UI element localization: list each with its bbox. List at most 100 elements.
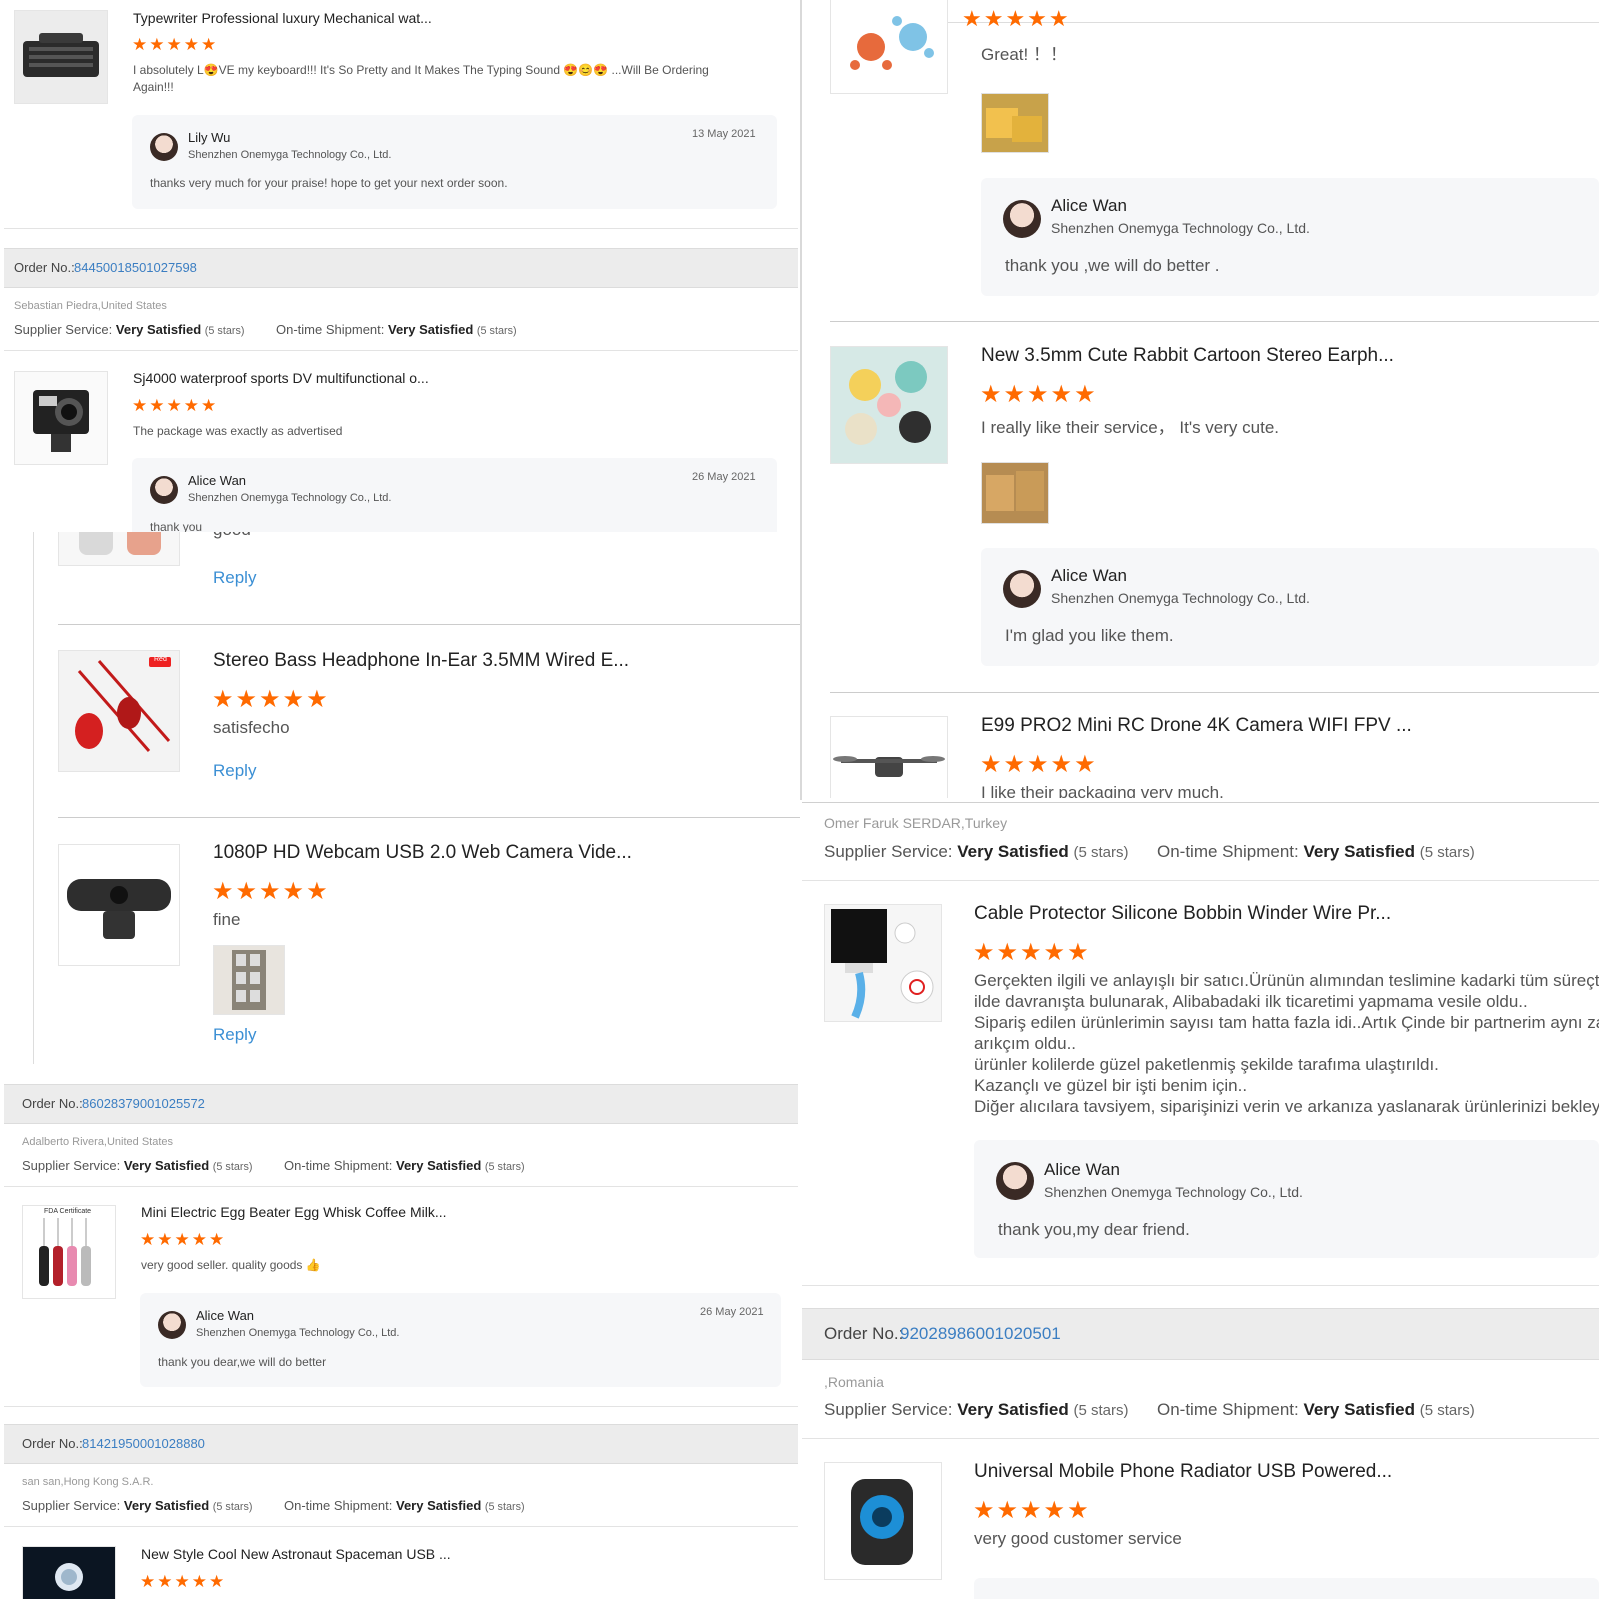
review-text: fine	[213, 910, 241, 929]
divider	[830, 321, 1599, 322]
buyer-name: Adalberto Rivera,United States	[22, 1136, 174, 1148]
review-text: Great! ！！	[981, 45, 1067, 64]
buyer-name: Sebastian Piedra,United States	[14, 300, 167, 312]
review-panel-a: Typewriter Professional luxury Mechanica…	[0, 0, 800, 532]
product-title[interactable]: Mini Electric Egg Beater Egg Whisk Coffe…	[141, 1204, 447, 1220]
review-text: I absolutely L😍VE my keyboard!!! It's So…	[133, 63, 709, 77]
supplier-reply: Alice Wan Shenzhen Onemyga Technology Co…	[981, 178, 1599, 296]
buyer-name: ,Romania	[824, 1374, 884, 1390]
product-image-drone[interactable]	[830, 716, 948, 798]
rating-stars: ★★★★★	[973, 939, 1091, 966]
review-text-line: Diğer alıcılara tavsiyem, siparişinizi v…	[974, 1097, 1599, 1116]
rating-stars: ★★★★★	[962, 6, 1071, 31]
review-photo[interactable]	[213, 945, 285, 1015]
supplier-service-rating: Supplier Service: Very Satisfied (5 star…	[824, 1400, 1129, 1419]
product-title[interactable]: E99 PRO2 Mini RC Drone 4K Camera WIFI FP…	[981, 715, 1412, 737]
product-image-astronaut[interactable]	[22, 1546, 116, 1599]
review-text-line: Gerçekten ilgili ve anlayışlı bir satıcı…	[974, 971, 1599, 990]
review-text: I like their packaging very much.	[981, 783, 1224, 798]
reply-author: Alice Wan	[1051, 566, 1127, 585]
product-title[interactable]: New 3.5mm Cute Rabbit Cartoon Stereo Ear…	[981, 345, 1394, 367]
reply-date: 13 May 2021	[692, 128, 756, 140]
order-number-link[interactable]: 92028986001020501	[900, 1324, 1061, 1344]
product-title[interactable]: 1080P HD Webcam USB 2.0 Web Camera Vide.…	[213, 842, 632, 864]
supplier-reply: Alice Wan Shenzhen Onemyga Technology Co…	[981, 548, 1599, 666]
product-title[interactable]: New Style Cool New Astronaut Spaceman US…	[141, 1546, 451, 1562]
avatar	[150, 476, 178, 504]
color-badge: Red	[154, 656, 167, 663]
divider	[4, 1186, 798, 1187]
reply-company: Shenzhen Onemyga Technology Co., Ltd.	[1044, 1184, 1303, 1200]
product-image-typewriter[interactable]	[14, 10, 108, 104]
order-number-link[interactable]: 86028379001025572	[82, 1096, 205, 1111]
review-text-line: arıkçım oldu..	[974, 1034, 1077, 1053]
review-text-line: ilde davranışta bulunarak, Alibabadaki i…	[974, 992, 1528, 1011]
product-image-headphone[interactable]	[58, 650, 180, 772]
product-image-earphones[interactable]	[830, 346, 948, 464]
order-number-link[interactable]: 84450018501027598	[74, 260, 197, 275]
reply-link[interactable]: Reply	[213, 568, 256, 588]
reply-text: thanks very much for your praise! hope t…	[150, 176, 508, 190]
rating-stars: ★★★★★	[132, 396, 219, 415]
reply-date: 26 May 2021	[692, 471, 756, 483]
order-bar: Order No.: 81421950001028880	[4, 1424, 798, 1464]
avatar	[150, 133, 178, 161]
product-image-cable-protector[interactable]	[824, 904, 942, 1022]
divider	[4, 1406, 798, 1407]
on-time-shipment-rating: On-time Shipment: Very Satisfied (5 star…	[284, 1498, 525, 1513]
thumbnail-caption: FDA Certificate	[44, 1208, 92, 1215]
review-text: The package was exactly as advertised	[133, 424, 343, 438]
review-text: satisfecho	[213, 718, 290, 737]
product-image-camera[interactable]	[14, 371, 108, 465]
reply-link[interactable]: Reply	[213, 761, 256, 781]
avatar	[1003, 200, 1041, 238]
order-label: Order No.:	[22, 1436, 83, 1451]
product-title[interactable]: Cable Protector Silicone Bobbin Winder W…	[974, 903, 1391, 925]
supplier-reply: Alice Wan Shenzhen Onemyga Technology Co…	[132, 458, 777, 532]
review-text-partial: good	[213, 532, 251, 540]
divider	[4, 228, 798, 229]
product-image-phone-radiator[interactable]	[824, 1462, 942, 1580]
reply-text: I'm glad you like them.	[1005, 626, 1174, 645]
supplier-reply: Alice Wan Shenzhen Onemyga Technology Co…	[974, 1140, 1599, 1258]
product-image-webcam[interactable]	[58, 844, 180, 966]
reply-text: thank you ,we will do better .	[1005, 256, 1220, 275]
reply-text: thank you	[150, 520, 203, 532]
review-text: very good customer service	[974, 1529, 1182, 1548]
rating-stars: ★★★★★	[140, 1572, 227, 1591]
supplier-service-rating: Supplier Service: Very Satisfied (5 star…	[22, 1498, 253, 1513]
review-text-line: ürünler kolilerde güzel paketlenmiş şeki…	[974, 1055, 1439, 1074]
column-separator	[800, 0, 802, 800]
reply-company: Shenzhen Onemyga Technology Co., Ltd.	[1051, 590, 1310, 606]
divider	[4, 350, 798, 351]
reply-author: Alice Wan	[196, 1308, 255, 1323]
on-time-shipment-rating: On-time Shipment: Very Satisfied (5 star…	[284, 1158, 525, 1173]
order-bar: Order No.: 92028986001020501	[802, 1308, 1599, 1360]
review-photo[interactable]	[981, 462, 1049, 524]
review-panel-c: Order No.: 86028379001025572 Adalberto R…	[0, 1064, 800, 1599]
order-bar: Order No.: 86028379001025572	[4, 1084, 798, 1124]
rating-stars: ★★★★★	[973, 1497, 1091, 1524]
product-title[interactable]: Universal Mobile Phone Radiator USB Powe…	[974, 1461, 1392, 1483]
buyer-name: san san,Hong Kong S.A.R.	[22, 1476, 154, 1488]
review-photo[interactable]	[981, 93, 1049, 153]
avatar	[158, 1311, 186, 1339]
product-title[interactable]: Sj4000 waterproof sports DV multifunctio…	[133, 370, 429, 386]
reply-company: Shenzhen Onemyga Technology Co., Ltd.	[188, 149, 392, 161]
rating-stars: ★★★★★	[212, 878, 330, 905]
order-number-link[interactable]: 81421950001028880	[82, 1436, 205, 1451]
product-title[interactable]: Typewriter Professional luxury Mechanica…	[133, 10, 432, 26]
product-image-mini-drone[interactable]	[830, 0, 948, 94]
review-text-line: Sipariş edilen ürünlerimin sayısı tam ha…	[974, 1013, 1599, 1032]
review-text: I really like their service， It's very c…	[981, 418, 1279, 437]
reply-link[interactable]: Reply	[213, 1025, 256, 1045]
divider	[802, 802, 1599, 803]
review-panel-e: Omer Faruk SERDAR,Turkey Supplier Servic…	[802, 800, 1599, 1599]
review-panel-b: good Reply Red Stereo Bass Headphone In-…	[0, 532, 800, 1064]
on-time-shipment-rating: On-time Shipment: Very Satisfied (5 star…	[1157, 1400, 1475, 1419]
product-image-egg-beater[interactable]	[22, 1205, 116, 1299]
divider	[802, 1285, 1599, 1286]
product-title[interactable]: Stereo Bass Headphone In-Ear 3.5MM Wired…	[213, 650, 629, 672]
product-image-partial[interactable]	[58, 532, 180, 566]
rating-stars: ★★★★★	[980, 381, 1098, 408]
